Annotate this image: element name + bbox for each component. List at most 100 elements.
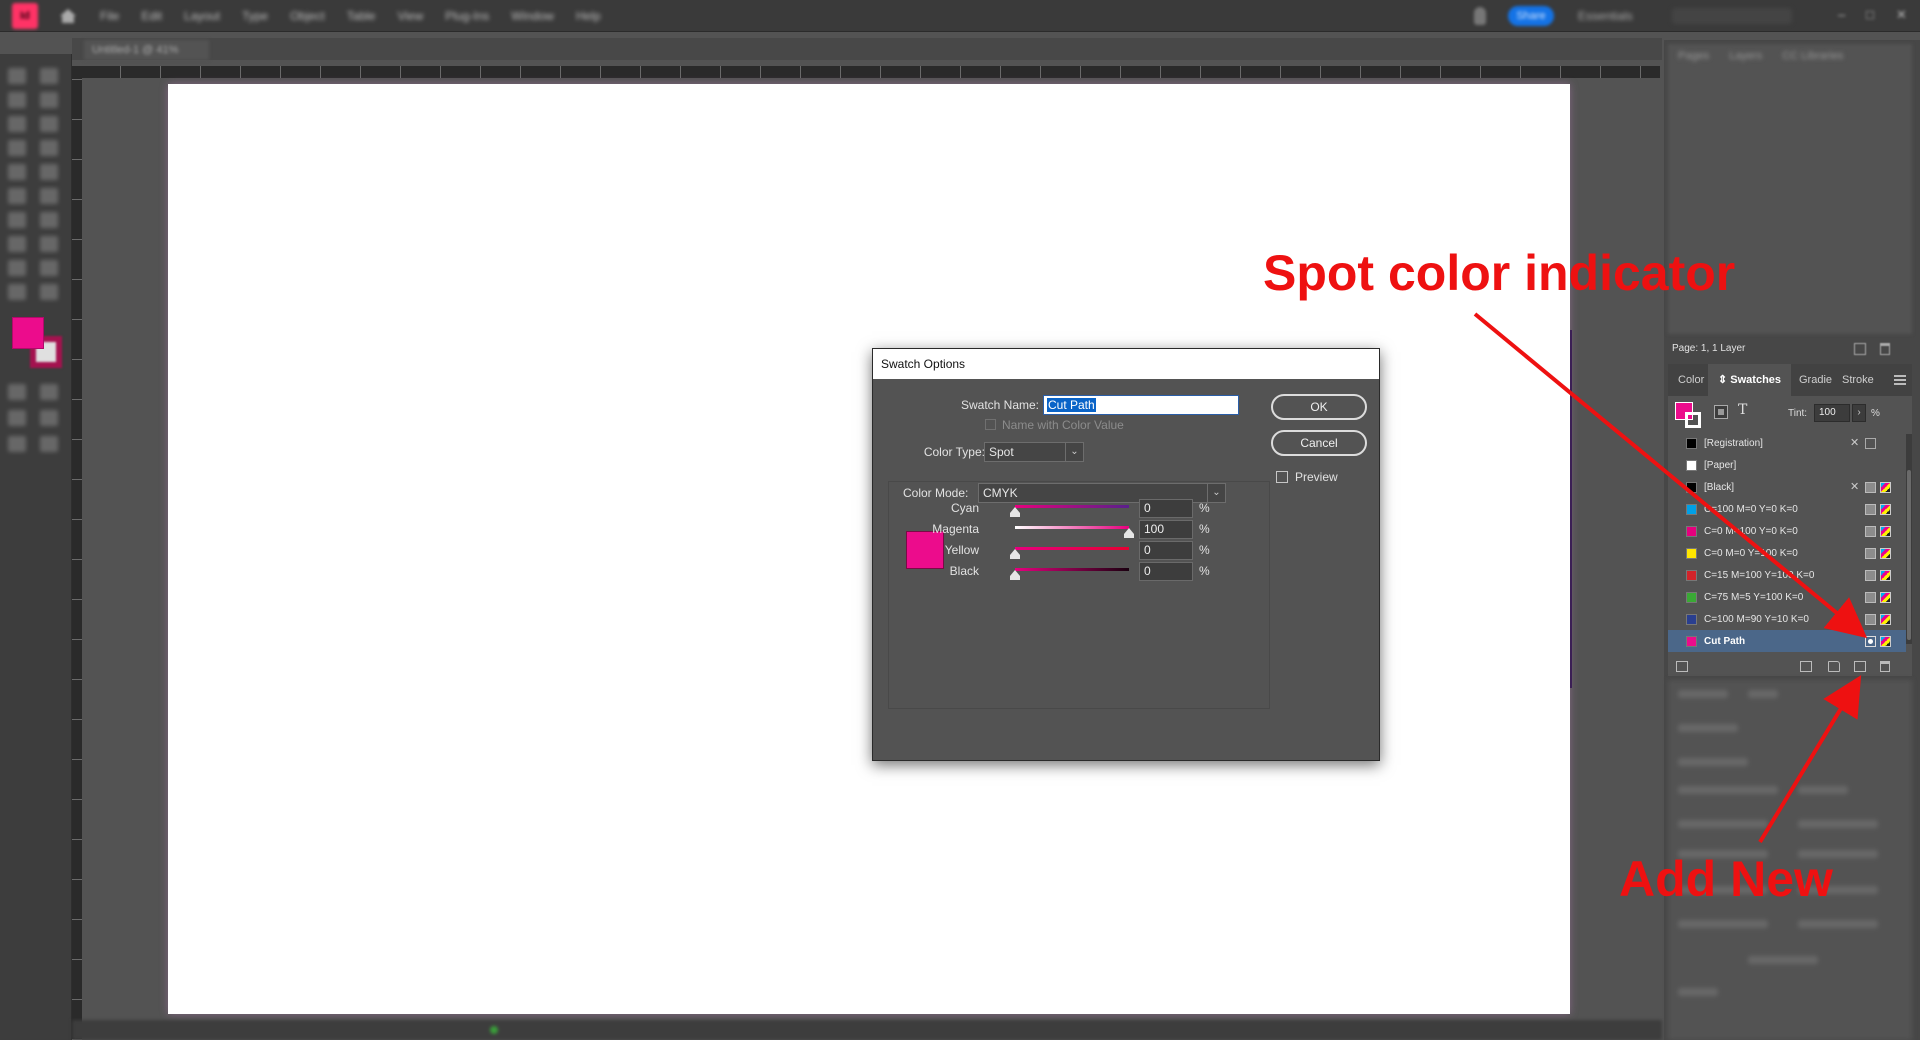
menu-item-table[interactable]: Table (347, 9, 376, 23)
cc-libraries-icon[interactable] (1800, 661, 1812, 672)
slider-thumb-yellow[interactable] (1010, 549, 1020, 559)
process-color-icon (1865, 504, 1876, 515)
new-color-group-icon[interactable] (1828, 661, 1840, 672)
new-swatch-icon[interactable] (1854, 661, 1866, 672)
swatch-row[interactable]: [Registration] ✕ (1668, 432, 1906, 454)
slider-magenta[interactable] (1015, 526, 1129, 529)
cyan-value-input[interactable]: 0 (1139, 499, 1193, 518)
tab-layers[interactable]: Layers (1729, 50, 1762, 72)
tool-icon[interactable] (8, 284, 26, 300)
slider-thumb-cyan[interactable] (1010, 507, 1020, 517)
swatch-row[interactable]: [Black] ✕ (1668, 476, 1906, 498)
tool-icon[interactable] (40, 92, 58, 108)
share-button[interactable]: Share (1508, 6, 1554, 26)
tint-slider-arrow-icon[interactable]: › (1852, 404, 1866, 422)
maximize-icon[interactable]: □ (1866, 8, 1880, 22)
tool-icon[interactable] (40, 140, 58, 156)
ok-button[interactable]: OK (1271, 394, 1367, 420)
tab-stroke[interactable]: Stroke (1842, 364, 1874, 396)
menu-item-help[interactable]: Help (576, 9, 601, 23)
tool-icon[interactable] (40, 116, 58, 132)
slider-thumb-magenta[interactable] (1124, 528, 1134, 538)
new-layer-icon[interactable] (1854, 343, 1866, 355)
tool-icon[interactable] (8, 164, 26, 180)
search-field[interactable] (1672, 8, 1792, 24)
delete-swatch-icon[interactable] (1880, 661, 1890, 672)
minimize-icon[interactable]: – (1838, 8, 1852, 22)
mode-icon[interactable] (8, 384, 26, 400)
tint-input[interactable]: 100 (1814, 404, 1850, 422)
tool-icon[interactable] (8, 260, 26, 276)
tool-icon[interactable] (8, 212, 26, 228)
tab-swatches[interactable]: ⇕ Swatches (1708, 364, 1792, 396)
preview-checkbox[interactable] (1276, 471, 1288, 483)
tab-cc-libraries[interactable]: CC Libraries (1782, 50, 1843, 72)
swatch-row[interactable]: C=15 M=100 Y=100 K=0 (1668, 564, 1906, 586)
trash-icon[interactable] (1880, 343, 1890, 355)
home-icon[interactable] (58, 6, 78, 26)
panel-menu-icon[interactable] (1894, 375, 1906, 385)
swatch-row[interactable]: C=0 M=0 Y=100 K=0 (1668, 542, 1906, 564)
workspace-switcher[interactable]: Essentials (1578, 9, 1633, 23)
slider-yellow[interactable] (1015, 547, 1129, 550)
menu-item-object[interactable]: Object (290, 9, 325, 23)
show-swatch-kinds-icon[interactable] (1676, 661, 1688, 672)
stroke-swatch-icon[interactable] (1685, 412, 1701, 428)
lightbulb-icon[interactable] (1474, 7, 1486, 25)
scrollbar-thumb[interactable] (1907, 470, 1911, 640)
swatch-row[interactable]: C=0 M=100 Y=0 K=0 (1668, 520, 1906, 542)
tool-icon[interactable] (40, 164, 58, 180)
tool-icon[interactable] (8, 236, 26, 252)
swatch-row[interactable]: C=100 M=0 Y=0 K=0 (1668, 498, 1906, 520)
fill-color-icon[interactable] (12, 317, 44, 349)
tab-pages[interactable]: Pages (1678, 50, 1709, 72)
cancel-button[interactable]: Cancel (1271, 430, 1367, 456)
swatch-name-input[interactable]: Cut Path (1043, 395, 1239, 415)
mode-icon[interactable] (8, 436, 26, 452)
menu-item-layout[interactable]: Layout (184, 9, 220, 23)
mode-icon[interactable] (40, 384, 58, 400)
horizontal-ruler[interactable] (80, 66, 1660, 78)
swatch-color-chip (1686, 482, 1697, 493)
tool-icon[interactable] (8, 116, 26, 132)
vertical-ruler[interactable] (72, 66, 82, 1040)
name-with-color-value-checkbox[interactable] (985, 419, 996, 430)
menu-item-window[interactable]: Window (511, 9, 554, 23)
tool-icon[interactable] (40, 284, 58, 300)
props-line (1678, 988, 1718, 996)
mode-icon[interactable] (40, 436, 58, 452)
mode-icon[interactable] (40, 410, 58, 426)
tab-gradient[interactable]: Gradie (1799, 364, 1832, 396)
tool-icon[interactable] (8, 188, 26, 204)
document-tab[interactable]: Untitled-1 @ 41% (84, 40, 209, 60)
tool-icon[interactable] (8, 140, 26, 156)
menu-item-type[interactable]: Type (242, 9, 268, 23)
menu-item-edit[interactable]: Edit (141, 9, 162, 23)
yellow-value-input[interactable]: 0 (1139, 541, 1193, 560)
menu-item-file[interactable]: File (100, 9, 119, 23)
swatch-row[interactable]: C=100 M=90 Y=10 K=0 (1668, 608, 1906, 630)
swatch-row[interactable]: [Paper] (1668, 454, 1906, 476)
formatting-text-icon[interactable]: T (1738, 402, 1747, 418)
close-icon[interactable]: ✕ (1896, 8, 1910, 22)
tool-icon[interactable] (8, 92, 26, 108)
tool-icon[interactable] (40, 260, 58, 276)
formatting-container-icon[interactable] (1714, 405, 1728, 419)
slider-thumb-black[interactable] (1010, 570, 1020, 580)
mode-icon[interactable] (8, 410, 26, 426)
swatch-row[interactable]: Cut Path (1668, 630, 1906, 652)
menu-item-view[interactable]: View (397, 9, 423, 23)
slider-cyan[interactable] (1015, 505, 1129, 508)
swatch-row[interactable]: C=75 M=5 Y=100 K=0 (1668, 586, 1906, 608)
magenta-value-input[interactable]: 100 (1139, 520, 1193, 539)
tool-icon[interactable] (40, 236, 58, 252)
tab-color[interactable]: Color (1678, 364, 1704, 396)
tool-icon[interactable] (40, 212, 58, 228)
slider-black[interactable] (1015, 568, 1129, 571)
black-value-input[interactable]: 0 (1139, 562, 1193, 581)
color-type-select[interactable]: Spot ⌄ (984, 442, 1084, 462)
menu-item-plug-ins[interactable]: Plug-Ins (445, 9, 489, 23)
tool-icon[interactable] (40, 68, 58, 84)
tool-icon[interactable] (40, 188, 58, 204)
tool-icon[interactable] (8, 68, 26, 84)
